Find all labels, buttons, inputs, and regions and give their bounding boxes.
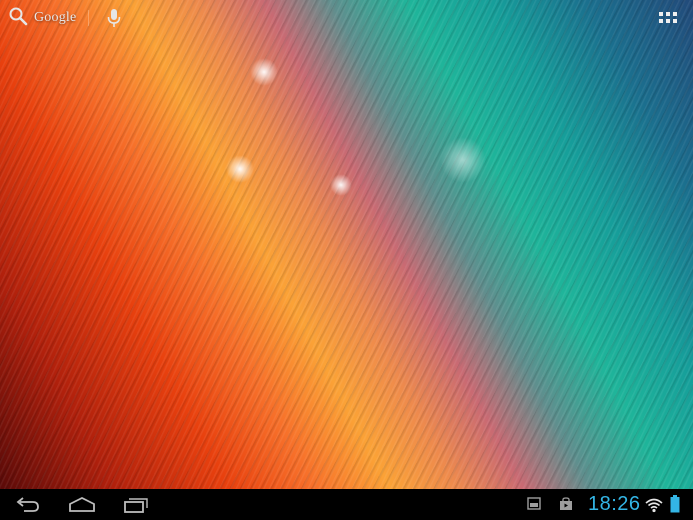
system-navigation-bar: 18:26 (0, 489, 693, 520)
apps-grid-icon[interactable] (658, 11, 678, 25)
light-orb (440, 137, 486, 183)
google-search-bar[interactable]: Google (8, 7, 76, 29)
search-icon (8, 6, 28, 31)
home-top-bar: Google (0, 0, 693, 36)
wifi-icon (645, 497, 663, 518)
store-icon (559, 497, 573, 516)
light-orb (330, 174, 352, 196)
microphone-icon[interactable] (106, 8, 122, 28)
search-label: Google (34, 10, 77, 25)
battery-icon (670, 495, 680, 518)
back-icon[interactable] (14, 495, 42, 515)
home-icon[interactable] (67, 495, 97, 515)
recent-apps-icon[interactable] (123, 495, 149, 515)
light-orb (226, 155, 254, 183)
screenshot-icon (527, 497, 541, 516)
light-orb (250, 58, 278, 86)
divider (88, 10, 89, 26)
status-clock: 18:26 (588, 493, 641, 515)
home-wallpaper (0, 0, 693, 489)
